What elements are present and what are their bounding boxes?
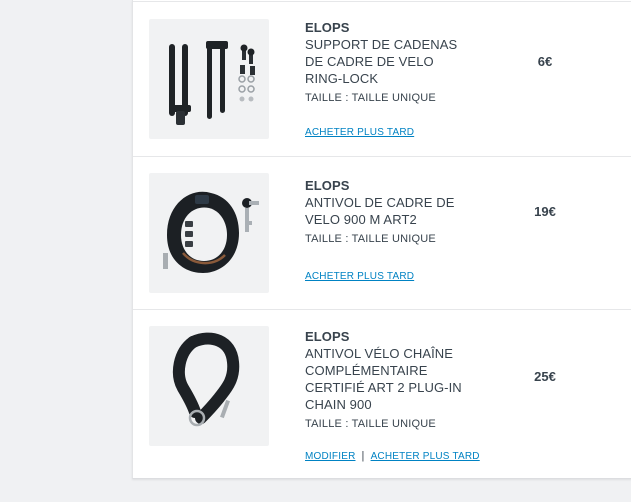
product-brand: ELOPS <box>305 329 350 344</box>
product-name-line: RING-LOCK <box>305 71 379 86</box>
product-size: TAILLE : TAILLE UNIQUE <box>305 92 436 104</box>
product-name-line: DE CADRE DE VELO <box>305 54 434 69</box>
product-size: TAILLE : TAILLE UNIQUE <box>305 418 436 430</box>
product-name-line: COMPLÉMENTAIRE <box>305 363 428 378</box>
product-brand: ELOPS <box>305 178 350 193</box>
product-price: 25€ <box>534 369 556 384</box>
product-price: 19€ <box>534 204 556 219</box>
product-brand: ELOPS <box>305 20 350 35</box>
cart-item-antivol-chaine: ELOPS ANTIVOL VÉLO CHAÎNE COMPLÉMENTAIRE… <box>133 310 631 478</box>
cart-item-antivol-cadre: ELOPS ANTIVOL DE CADRE DE VELO 900 M ART… <box>133 157 631 309</box>
item-actions: ACHETER PLUS TARD <box>305 270 414 284</box>
cart-item-support-cadenas: ELOPS SUPPORT DE CADENAS DE CADRE DE VEL… <box>133 0 631 156</box>
product-price: 6€ <box>537 54 553 69</box>
save-for-later-link[interactable]: ACHETER PLUS TARD <box>305 127 414 138</box>
product-size: TAILLE : TAILLE UNIQUE <box>305 233 436 245</box>
save-for-later-link[interactable]: ACHETER PLUS TARD <box>305 271 414 282</box>
item-actions: ACHETER PLUS TARD <box>305 126 414 140</box>
product-info: ELOPS ANTIVOL DE CADRE DE VELO 900 M ART… <box>305 177 485 246</box>
product-name-line: ANTIVOL DE CADRE DE <box>305 195 455 210</box>
save-for-later-link[interactable]: ACHETER PLUS TARD <box>371 451 480 462</box>
product-image-chain-lock[interactable] <box>149 326 269 446</box>
lock-mount-bracket-icon <box>169 41 255 125</box>
modify-link[interactable]: MODIFIER <box>305 451 356 462</box>
product-info: ELOPS ANTIVOL VÉLO CHAÎNE COMPLÉMENTAIRE… <box>305 328 495 431</box>
action-separator: | <box>361 450 365 462</box>
frame-ring-lock-icon <box>163 191 259 273</box>
product-image-lock-mount-bracket[interactable] <box>149 19 269 139</box>
item-actions: MODIFIER | ACHETER PLUS TARD <box>305 449 480 464</box>
chain-lock-icon <box>172 332 240 427</box>
cart-items-panel: ELOPS SUPPORT DE CADENAS DE CADRE DE VEL… <box>132 0 631 479</box>
product-name-line: CERTIFIÉ ART 2 PLUG-IN <box>305 380 462 395</box>
product-image-frame-ring-lock[interactable] <box>149 173 269 293</box>
product-name-line: SUPPORT DE CADENAS <box>305 37 458 52</box>
product-name-line: ANTIVOL VÉLO CHAÎNE <box>305 346 454 361</box>
product-name-line: VELO 900 M ART2 <box>305 212 417 227</box>
product-name-line: CHAIN 900 <box>305 397 372 412</box>
product-info: ELOPS SUPPORT DE CADENAS DE CADRE DE VEL… <box>305 19 485 105</box>
